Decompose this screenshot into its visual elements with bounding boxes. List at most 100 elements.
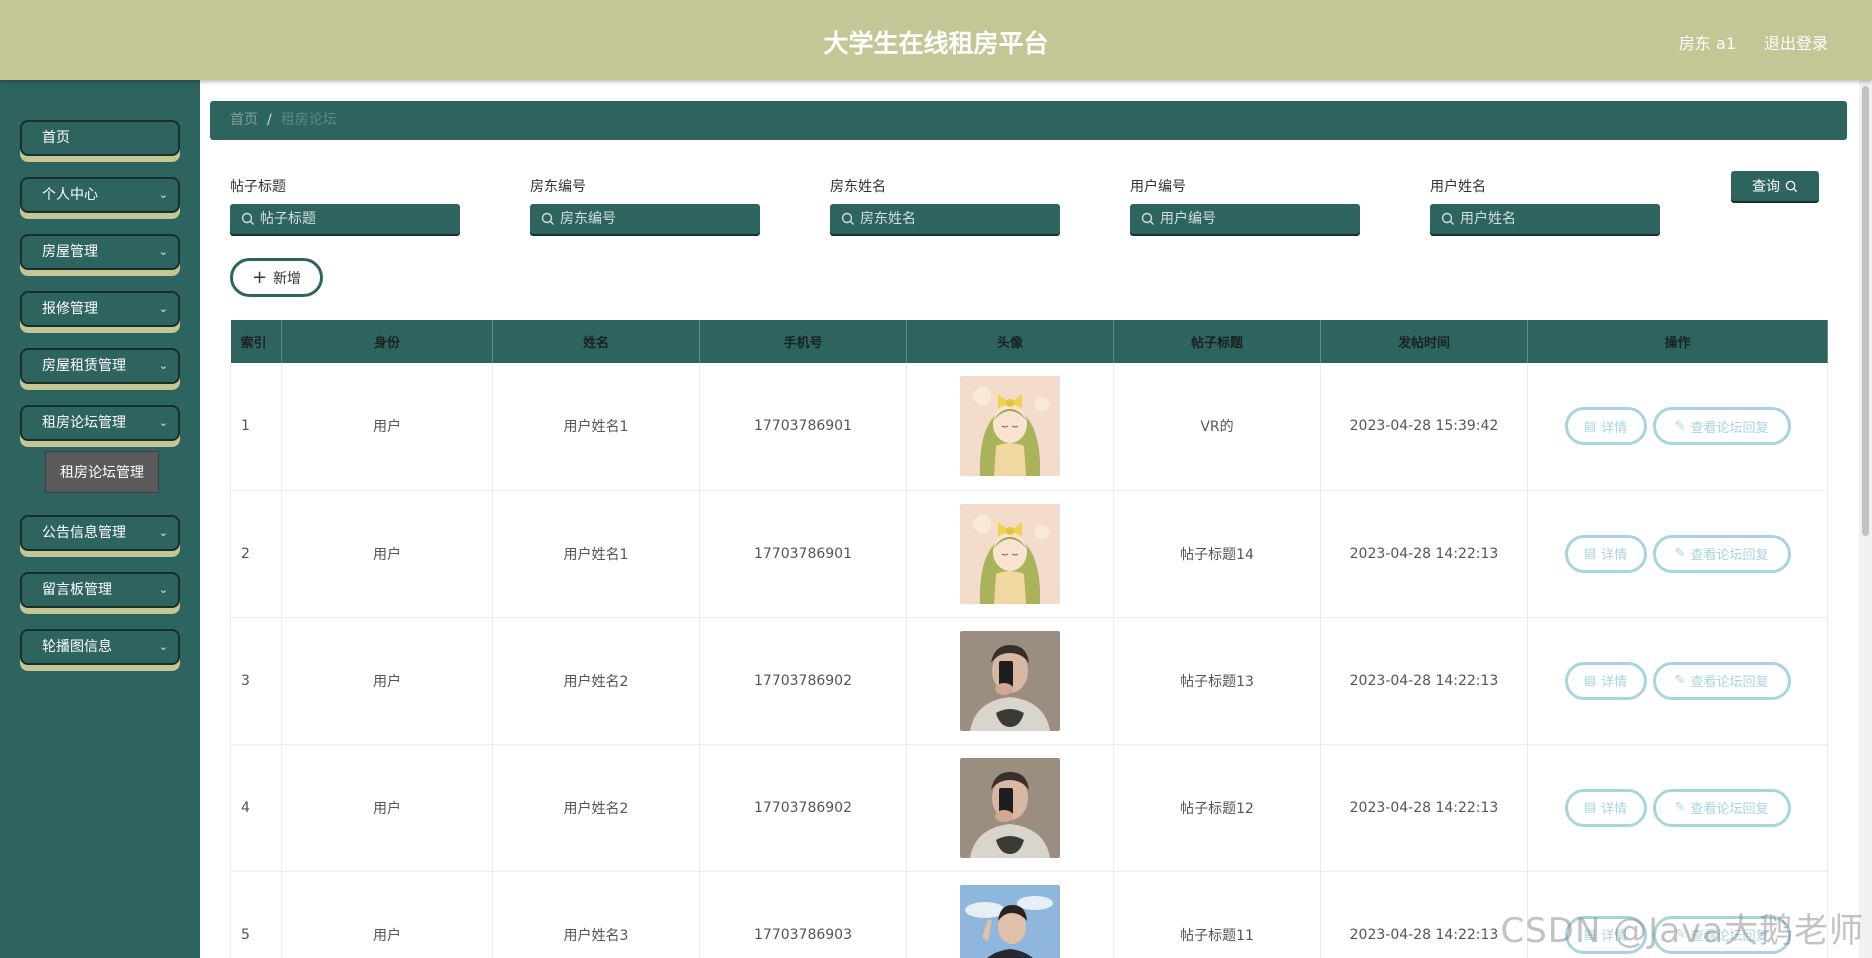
- cell-name: 用户姓名2: [492, 744, 700, 872]
- sidebar-item-rental[interactable]: 房屋租赁管理 ⌄: [20, 348, 180, 384]
- sidebar-item-label: 公告信息管理: [42, 525, 126, 541]
- detail-button-label: 详情: [1601, 675, 1628, 690]
- cell-actions: ▤ 详情 ✎ 查看论坛回复: [1527, 744, 1828, 872]
- avatar-outdoor-man[interactable]: [960, 884, 1060, 958]
- landlord-name-input[interactable]: [830, 204, 1060, 234]
- detail-button-label: 详情: [1601, 802, 1628, 817]
- document-icon: ▤: [1583, 800, 1597, 815]
- breadcrumb-home[interactable]: 首页: [230, 112, 258, 128]
- landlord-id-input[interactable]: [530, 204, 760, 234]
- scrollbar-thumb[interactable]: [1862, 86, 1869, 536]
- table-header-row: 索引 身份 姓名 手机号 头像 帖子标题 发帖时间 操作: [230, 320, 1828, 363]
- app-title: 大学生在线租房平台: [823, 29, 1049, 58]
- cell-avatar: [906, 871, 1114, 958]
- search-icon: [541, 212, 554, 225]
- sidebar-item-notice[interactable]: 公告信息管理 ⌄: [20, 515, 180, 551]
- cell-role: 用户: [281, 871, 493, 958]
- chevron-down-icon: ⌄: [158, 245, 168, 258]
- current-user: 房东 a1: [1678, 34, 1736, 53]
- column-header-role: 身份: [281, 320, 493, 363]
- top-bar: 大学生在线租房平台 房东 a1 退出登录: [0, 0, 1872, 80]
- detail-button[interactable]: ▤ 详情: [1564, 661, 1647, 700]
- table-row: 1 用户 用户姓名1 17703786901 VR的 2023-04-28 15…: [230, 363, 1828, 491]
- column-header-actions: 操作: [1527, 320, 1828, 363]
- cell-post-time: 2023-04-28 14:22:13: [1320, 744, 1528, 872]
- column-header-post-title: 帖子标题: [1113, 320, 1321, 363]
- cell-avatar: [906, 490, 1114, 618]
- cell-index: 4: [230, 744, 282, 872]
- sidebar-item-forum[interactable]: 租房论坛管理 ⌄: [20, 405, 180, 441]
- cell-phone: 17703786901: [699, 490, 907, 618]
- column-header-name: 姓名: [492, 320, 700, 363]
- sidebar-item-home[interactable]: 首页: [20, 120, 180, 156]
- sidebar-item-label: 房屋租赁管理: [42, 358, 126, 374]
- plus-icon: +: [251, 266, 268, 288]
- cell-name: 用户姓名1: [492, 363, 700, 491]
- column-header-avatar: 头像: [906, 320, 1114, 363]
- cell-role: 用户: [281, 363, 493, 491]
- view-replies-button-label: 查看论坛回复: [1690, 675, 1769, 690]
- cell-post-time: 2023-04-28 15:39:42: [1320, 363, 1528, 491]
- filter-label-user-name: 用户姓名: [1430, 179, 1486, 195]
- cell-actions: ▤ 详情 ✎ 查看论坛回复: [1527, 363, 1828, 491]
- cell-actions: ▤ 详情 ✎ 查看论坛回复: [1527, 617, 1828, 745]
- add-button[interactable]: + 新增: [230, 258, 323, 297]
- sidebar-item-house[interactable]: 房屋管理 ⌄: [20, 234, 180, 270]
- cell-phone: 17703786902: [699, 744, 907, 872]
- column-header-phone: 手机号: [699, 320, 907, 363]
- view-replies-button-label: 查看论坛回复: [1690, 802, 1769, 817]
- add-button-label: 新增: [273, 270, 302, 287]
- edit-icon: ✎: [1674, 418, 1686, 434]
- search-icon: [1441, 212, 1454, 225]
- cell-avatar: [906, 617, 1114, 745]
- chevron-down-icon: ⌄: [158, 302, 168, 315]
- sidebar-subitem-forum-manage[interactable]: 租房论坛管理: [45, 451, 159, 493]
- logout-link[interactable]: 退出登录: [1764, 30, 1828, 54]
- cell-role: 用户: [281, 744, 493, 872]
- detail-button[interactable]: ▤ 详情: [1564, 788, 1647, 827]
- cell-post-time: 2023-04-28 14:22:13: [1320, 617, 1528, 745]
- cell-post-title: 帖子标题14: [1113, 490, 1321, 618]
- search-icon: [1141, 212, 1154, 225]
- user-id-input[interactable]: [1130, 204, 1360, 234]
- chevron-down-icon: ⌄: [158, 583, 168, 596]
- table-row: 2 用户 用户姓名1 17703786901 帖子标题14 2023-04-28…: [230, 490, 1828, 618]
- cell-post-title: 帖子标题13: [1113, 617, 1321, 745]
- view-replies-button[interactable]: ✎ 查看论坛回复: [1652, 407, 1791, 446]
- cell-avatar: [906, 744, 1114, 872]
- edit-icon: ✎: [1674, 673, 1686, 688]
- sidebar-item-carousel[interactable]: 轮播图信息 ⌄: [20, 629, 180, 665]
- cell-name: 用户姓名2: [492, 617, 700, 745]
- cell-post-title: VR的: [1113, 363, 1321, 491]
- page-scrollbar[interactable]: [1859, 80, 1872, 958]
- post-title-input[interactable]: [230, 204, 460, 234]
- sidebar-item-profile[interactable]: 个人中心 ⌄: [20, 177, 180, 213]
- sidebar-item-label: 个人中心: [42, 187, 98, 203]
- cell-role: 用户: [281, 490, 493, 618]
- detail-button-label: 详情: [1601, 548, 1628, 563]
- query-button[interactable]: 查询: [1731, 171, 1819, 201]
- avatar-selfie-man[interactable]: [960, 757, 1060, 858]
- table-row: 3 用户 用户姓名2 17703786902 帖子标题13 2023-04-28…: [230, 617, 1828, 745]
- filter-label-landlord-id: 房东编号: [530, 179, 586, 195]
- avatar-selfie-man[interactable]: [960, 630, 1060, 731]
- avatar-anime-girl[interactable]: [960, 503, 1060, 604]
- user-name-input[interactable]: [1430, 204, 1660, 234]
- cell-index: 3: [230, 617, 282, 745]
- detail-button[interactable]: ▤ 详情: [1564, 534, 1647, 573]
- watermark: CSDN @Java大鹅老师: [1500, 911, 1864, 951]
- view-replies-button-label: 查看论坛回复: [1690, 548, 1769, 563]
- sidebar-item-message-board[interactable]: 留言板管理 ⌄: [20, 572, 180, 608]
- view-replies-button[interactable]: ✎ 查看论坛回复: [1652, 534, 1791, 573]
- cell-index: 1: [230, 363, 282, 491]
- sidebar-item-repair[interactable]: 报修管理 ⌄: [20, 291, 180, 327]
- detail-button[interactable]: ▤ 详情: [1564, 407, 1647, 446]
- table-row: 4 用户 用户姓名2 17703786902 帖子标题12 2023-04-28…: [230, 744, 1828, 872]
- view-replies-button[interactable]: ✎ 查看论坛回复: [1652, 788, 1791, 827]
- sidebar-item-label: 轮播图信息: [42, 639, 112, 655]
- cell-avatar: [906, 363, 1114, 491]
- cell-index: 5: [230, 871, 282, 958]
- view-replies-button[interactable]: ✎ 查看论坛回复: [1652, 661, 1791, 700]
- avatar-anime-girl[interactable]: [960, 376, 1060, 477]
- cell-post-time: 2023-04-28 14:22:13: [1320, 871, 1528, 958]
